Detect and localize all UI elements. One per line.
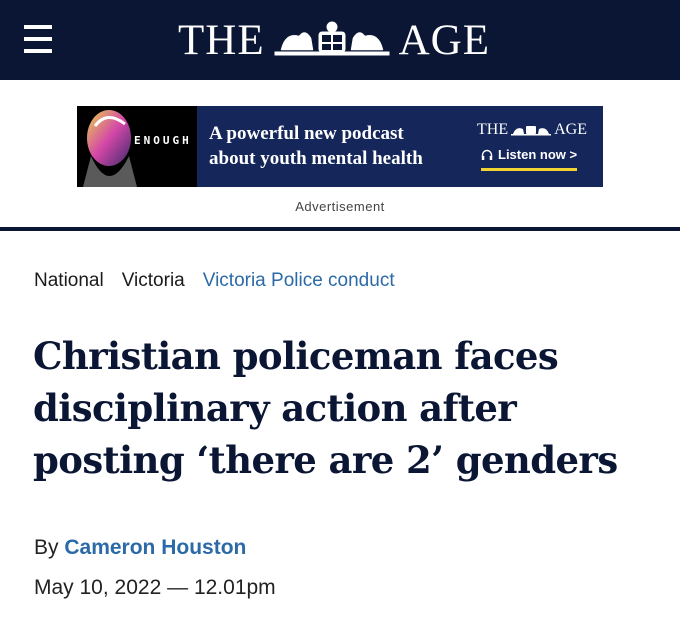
ad-headline-line2: about youth mental health (209, 148, 423, 169)
publish-date: May 10, 2022 (34, 576, 162, 599)
byline: By Cameron Houston (34, 536, 246, 560)
headphones-icon (481, 149, 493, 160)
breadcrumb: National Victoria Victoria Police conduc… (34, 268, 395, 294)
ad-art-title: ENOUGH (134, 134, 192, 147)
masthead: THE AGE (0, 0, 680, 80)
publish-time: 12.01pm (193, 576, 276, 599)
ad-artwork: ENOUGH (77, 106, 197, 187)
section-divider (0, 227, 680, 231)
author-link[interactable]: Cameron Houston (64, 536, 246, 559)
ad-brand-logo: THE AGE (469, 120, 595, 140)
breadcrumb-national[interactable]: National (34, 270, 104, 292)
coat-of-arms-icon (511, 126, 552, 136)
ad-brand-age: AGE (554, 121, 587, 138)
breadcrumb-victoria[interactable]: Victoria (122, 270, 185, 292)
ad-brand-the: THE (477, 121, 509, 138)
publish-dateline: May 10, 2022 — 12.01pm (34, 576, 276, 600)
byline-prefix: By (34, 536, 59, 559)
coat-of-arms-icon (274, 21, 390, 56)
ad-accent-underline (481, 168, 577, 171)
ad-listen-button[interactable]: Listen now > (481, 147, 577, 162)
logo-word-age: AGE (398, 16, 490, 64)
date-separator: — (167, 576, 189, 599)
ad-headline: A powerful new podcast about youth menta… (209, 121, 469, 171)
ad-headline-line1: A powerful new podcast (209, 123, 404, 144)
article-headline: Christian policeman faces disciplinary a… (33, 334, 618, 482)
podcast-ad-banner[interactable]: ENOUGH A powerful new podcast about yout… (77, 106, 603, 187)
advertisement-label: Advertisement (295, 199, 385, 214)
breadcrumb-topic-link[interactable]: Victoria Police conduct (203, 270, 395, 292)
site-logo[interactable]: THE AGE (178, 14, 490, 66)
logo-word-the: THE (178, 16, 265, 64)
menu-icon[interactable] (24, 22, 52, 56)
ad-listen-label: Listen now > (498, 147, 578, 162)
